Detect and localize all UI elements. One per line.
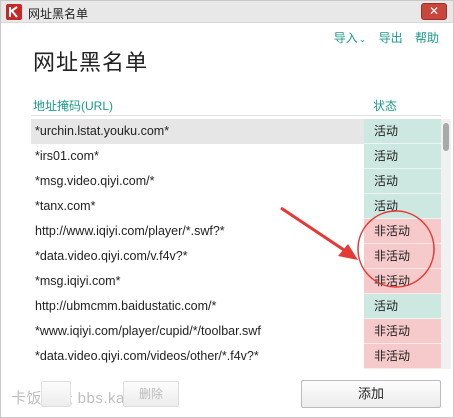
window-title: 网址黑名单 [28,7,89,21]
url-cell: http://www.iqiyi.com/player/*.swf?* [35,224,225,238]
url-cell: *tanx.com* [35,199,96,213]
top-menu: 导入⌄ 导出 帮助 [316,29,439,46]
url-cell: *msg.video.qiyi.com/* [35,174,155,188]
status-cell[interactable]: 活动 [364,294,441,319]
status-cell[interactable]: 活动 [364,119,441,144]
table-row[interactable]: http://ubmcmm.baidustatic.com/* 活动 [31,294,441,319]
table-row[interactable]: http://www.iqiyi.com/player/*.swf?* 非活动 [31,219,441,244]
url-cell: *urchin.lstat.youku.com* [35,124,170,138]
scrollbar[interactable] [441,119,451,369]
url-cell: *data.video.qiyi.com/videos/other/*.f4v?… [35,349,259,363]
page-title: 网址黑名单 [33,50,149,75]
status-cell[interactable]: 非活动 [364,344,441,369]
status-cell[interactable]: 活动 [364,144,441,169]
table-row[interactable]: *msg.iqiyi.com* 非活动 [31,269,441,294]
add-button[interactable]: 添加 [301,380,441,408]
kaspersky-k-icon [6,4,22,20]
help-link[interactable]: 帮助 [415,29,439,46]
delete-button[interactable]: 删除 [123,381,179,407]
chevron-down-icon: ⌄ [358,34,367,44]
table-row[interactable]: *irs01.com* 活动 [31,144,441,169]
table-row[interactable]: *msg.video.qiyi.com/* 活动 [31,169,441,194]
edit-button[interactable] [41,381,71,407]
scrollbar-thumb[interactable] [443,123,449,151]
status-cell[interactable]: 活动 [364,194,441,219]
url-cell: *irs01.com* [35,149,99,163]
column-header-url[interactable]: 地址掩码(URL) [33,97,113,114]
table-row[interactable]: *data.video.qiyi.com/v.f4v?* 非活动 [31,244,441,269]
import-label: 导入 [333,31,358,45]
close-icon: ✕ [428,4,440,18]
table-row[interactable]: *tanx.com* 活动 [31,194,441,219]
status-cell[interactable]: 非活动 [364,319,441,344]
url-cell: http://ubmcmm.baidustatic.com/* [35,299,217,313]
blacklist-window: 网址黑名单 ✕ 导入⌄ 导出 帮助 网址黑名单 地址掩码(URL) 状态 *ur… [0,0,454,418]
url-cell: *data.video.qiyi.com/v.f4v?* [35,249,188,263]
status-cell[interactable]: 非活动 [364,244,441,269]
close-button[interactable]: ✕ [421,3,447,20]
column-header-status[interactable]: 状态 [373,97,397,114]
status-cell[interactable]: 活动 [364,169,441,194]
header-divider [31,115,441,116]
status-cell[interactable]: 非活动 [364,219,441,244]
table-row[interactable]: *urchin.lstat.youku.com* 活动 [31,119,441,144]
table-row[interactable]: *data.video.qiyi.com/videos/other/*.f4v?… [31,344,441,369]
export-link[interactable]: 导出 [379,29,403,46]
import-menu[interactable]: 导入⌄ [325,29,367,46]
title-bar: 网址黑名单 ✕ [1,1,453,23]
url-cell: *www.iqiyi.com/player/cupid/*/toolbar.sw… [35,324,261,338]
url-list[interactable]: *urchin.lstat.youku.com* 活动 *irs01.com* 活动 *… [31,119,441,369]
status-cell[interactable]: 非活动 [364,269,441,294]
table-row[interactable]: *www.iqiyi.com/player/cupid/*/toolbar.sw… [31,319,441,344]
url-cell: *msg.iqiyi.com* [35,274,121,288]
